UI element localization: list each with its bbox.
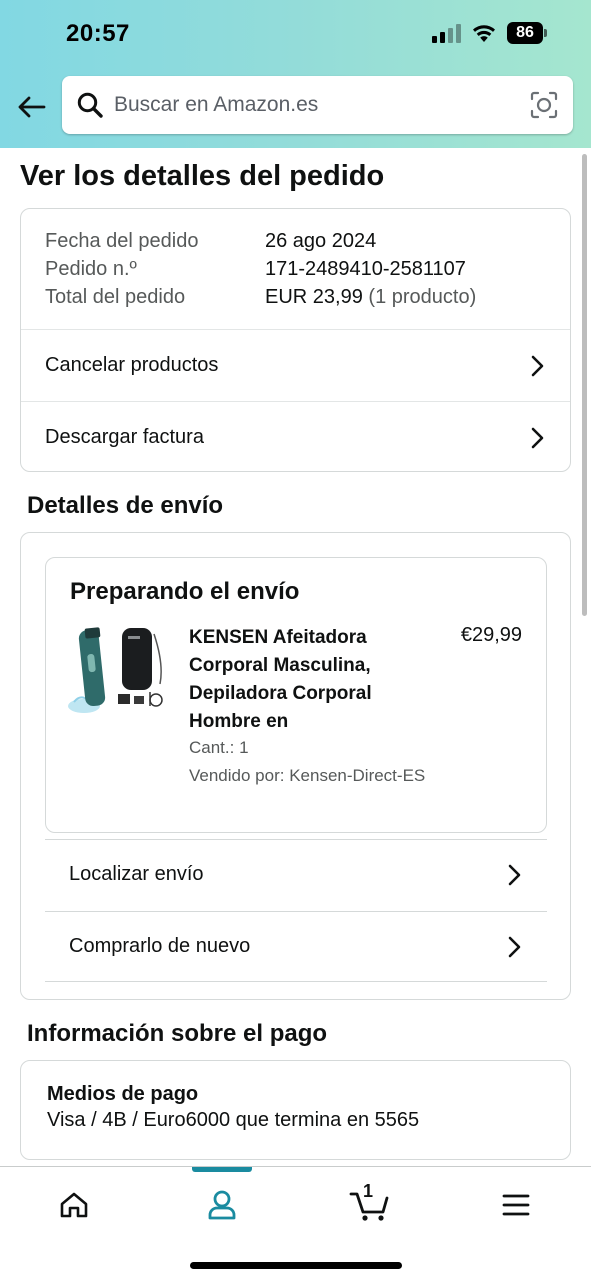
chevron-right-icon bbox=[508, 864, 521, 885]
header: 20:57 86 bbox=[0, 0, 591, 148]
cart-count-badge: 1 bbox=[363, 1181, 374, 1201]
tab-account[interactable] bbox=[192, 1183, 252, 1227]
shipment-box: Preparando el envío KENSEN Afeitadora Co… bbox=[45, 557, 547, 833]
product-quantity: Cant.: 1 bbox=[189, 738, 249, 757]
order-number-value: 171-2489410-2581107 bbox=[265, 258, 466, 280]
chevron-right-icon bbox=[508, 936, 521, 957]
track-package-button[interactable]: Localizar envío bbox=[45, 839, 547, 909]
search-bar[interactable] bbox=[62, 76, 573, 134]
battery-icon: 86 bbox=[507, 22, 547, 44]
order-summary-card: Fecha del pedido 26 ago 2024 Pedido n.º … bbox=[20, 208, 571, 472]
status-time: 20:57 bbox=[66, 20, 130, 47]
back-arrow-icon bbox=[18, 96, 46, 118]
order-number-label: Pedido n.º bbox=[45, 258, 137, 280]
track-package-label: Localizar envío bbox=[69, 863, 204, 885]
product-price: €29,99 bbox=[460, 624, 522, 646]
divider bbox=[45, 981, 547, 982]
order-date-label: Fecha del pedido bbox=[45, 230, 199, 252]
tab-home[interactable] bbox=[44, 1183, 104, 1227]
payment-method-title: Medios de pago bbox=[47, 1083, 199, 1105]
scrollbar[interactable] bbox=[582, 154, 587, 616]
page-title: Ver los detalles del pedido bbox=[20, 160, 385, 192]
shipping-card: Preparando el envío KENSEN Afeitadora Co… bbox=[20, 532, 571, 1000]
home-icon bbox=[60, 1192, 88, 1218]
shipping-section-title: Detalles de envío bbox=[27, 492, 224, 519]
home-indicator[interactable] bbox=[190, 1262, 402, 1269]
cancel-items-button[interactable]: Cancelar productos bbox=[21, 329, 570, 401]
back-button[interactable] bbox=[14, 90, 48, 124]
camera-scan-icon[interactable] bbox=[529, 90, 559, 120]
order-details-content[interactable]: Ver los detalles del pedido Fecha del pe… bbox=[0, 148, 591, 1166]
payment-card: Medios de pago Visa / 4B / Euro6000 que … bbox=[20, 1060, 571, 1160]
product-seller: Vendido por: Kensen-Direct-ES bbox=[189, 766, 426, 785]
order-total-value: EUR 23,99 bbox=[265, 286, 363, 308]
order-date-value: 26 ago 2024 bbox=[265, 230, 377, 252]
order-total-label: Total del pedido bbox=[45, 286, 186, 308]
payment-section-title: Información sobre el pago bbox=[27, 1020, 328, 1047]
buy-again-label: Comprarlo de nuevo bbox=[69, 935, 251, 957]
product-title-link[interactable]: KENSEN Afeitadora Corporal Masculina, De… bbox=[189, 624, 409, 736]
product-image[interactable] bbox=[68, 624, 168, 718]
battery-level: 86 bbox=[507, 22, 543, 44]
order-total-note: (1 producto) bbox=[368, 286, 477, 308]
wifi-icon bbox=[473, 25, 495, 42]
account-icon bbox=[208, 1190, 236, 1220]
shipment-status: Preparando el envío bbox=[70, 578, 300, 605]
active-tab-indicator bbox=[192, 1167, 252, 1172]
tab-cart[interactable]: 1 bbox=[340, 1181, 400, 1227]
status-icons: 86 bbox=[432, 22, 547, 44]
chevron-right-icon bbox=[531, 427, 544, 448]
download-invoice-button[interactable]: Descargar factura bbox=[21, 401, 570, 473]
cancel-items-label: Cancelar productos bbox=[45, 354, 219, 376]
menu-icon bbox=[502, 1194, 530, 1216]
payment-method-value: Visa / 4B / Euro6000 que termina en 5565 bbox=[47, 1109, 420, 1131]
tab-menu[interactable] bbox=[486, 1183, 546, 1227]
search-input[interactable] bbox=[114, 93, 529, 117]
buy-again-button[interactable]: Comprarlo de nuevo bbox=[45, 911, 547, 981]
cellular-signal-icon bbox=[432, 23, 461, 43]
download-invoice-label: Descargar factura bbox=[45, 426, 204, 448]
order-total-value-wrap: EUR 23,99 (1 producto) bbox=[265, 283, 476, 311]
search-icon bbox=[77, 92, 103, 118]
chevron-right-icon bbox=[531, 355, 544, 376]
